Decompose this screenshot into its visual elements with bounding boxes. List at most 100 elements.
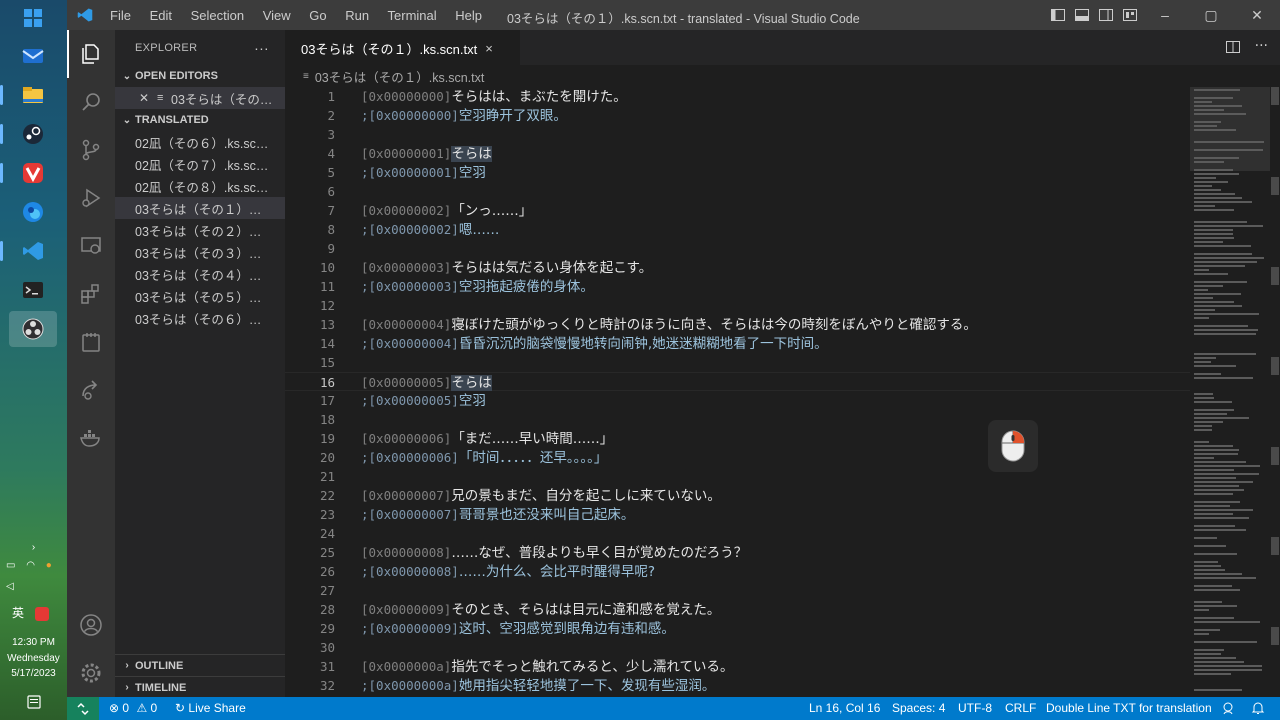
file-item[interactable]: 03そらは（その５）… <box>115 285 285 307</box>
minimize-button[interactable]: – <box>1142 0 1188 30</box>
code-line[interactable]: 13 [0x00000004]寝ぼけた頭がゆっくりと時計のほうに向き、そらはは今の… <box>285 315 1190 334</box>
language-mode[interactable]: Double Line TXT for translation <box>1046 701 1212 715</box>
menu-terminal[interactable]: Terminal <box>388 8 437 23</box>
code-line[interactable]: 9 <box>285 239 1190 258</box>
code-line[interactable]: 24 <box>285 524 1190 543</box>
extensions-icon[interactable] <box>67 270 115 318</box>
explorer-icon[interactable] <box>67 30 115 78</box>
code-line[interactable]: 17 ;[0x00000005]空羽 <box>285 391 1190 410</box>
toggle-sidebar-icon[interactable] <box>1048 0 1068 30</box>
volume-icon[interactable]: ◁ <box>0 581 67 592</box>
search-icon[interactable] <box>67 78 115 126</box>
remote-indicator-icon[interactable] <box>67 697 99 720</box>
code-line[interactable]: 18 <box>285 410 1190 429</box>
edge-icon[interactable] <box>9 194 57 230</box>
code-line[interactable]: 21 <box>285 467 1190 486</box>
code-line[interactable]: 4 [0x00000001]そらは <box>285 144 1190 163</box>
minimap[interactable] <box>1190 87 1270 697</box>
vscode-taskbar-icon[interactable] <box>0 233 57 269</box>
tab-close-icon[interactable]: × <box>485 41 493 56</box>
tray-icons[interactable]: ▭ ◠ ● <box>0 560 67 571</box>
file-item[interactable]: 02凪（その６）.ks.sc… <box>115 131 285 153</box>
file-item[interactable]: 03そらは（その２）… <box>115 219 285 241</box>
accounts-icon[interactable] <box>67 601 115 649</box>
code-line[interactable]: 23 ;[0x00000007]哥哥景也还没来叫自己起床。 <box>285 505 1190 524</box>
live-share-icon[interactable] <box>67 366 115 414</box>
code-editor[interactable]: 1 [0x00000000]そらはは、まぶたを開けた。 2 ;[0x00000000]… <box>285 87 1190 697</box>
code-line[interactable]: 28 [0x00000009]そのとき、そらはは目元に違和感を覚えた。 <box>285 600 1190 619</box>
code-line[interactable]: 26 ;[0x00000008]……为什么、会比平时醒得早呢? <box>285 562 1190 581</box>
ime-indicator[interactable]: 英 <box>0 604 67 621</box>
obs-icon[interactable] <box>9 311 57 347</box>
maximize-button[interactable]: ▢ <box>1188 0 1234 30</box>
menu-run[interactable]: Run <box>345 8 369 23</box>
sogou-icon[interactable] <box>35 606 50 621</box>
source-control-icon[interactable] <box>67 126 115 174</box>
menu-file[interactable]: File <box>110 8 131 23</box>
code-line[interactable]: 32 ;[0x0000000a]她用指尖轻轻地摸了一下、发现有些湿润。 <box>285 676 1190 695</box>
file-item[interactable]: 03そらは（その４）… <box>115 263 285 285</box>
file-item-selected[interactable]: 03そらは（その１）… <box>115 197 285 219</box>
settings-gear-icon[interactable] <box>67 649 115 697</box>
run-debug-icon[interactable] <box>67 174 115 222</box>
code-line[interactable]: 3 <box>285 125 1190 144</box>
menu-edit[interactable]: Edit <box>150 8 172 23</box>
mail-icon[interactable] <box>9 38 57 74</box>
notifications-bell-icon[interactable] <box>1251 701 1265 718</box>
remote-explorer-icon[interactable] <box>67 222 115 270</box>
outline-section[interactable]: › OUTLINE <box>115 654 285 676</box>
split-editor-icon[interactable] <box>1225 39 1241 59</box>
calendar-icon[interactable] <box>67 318 115 366</box>
cursor-position[interactable]: Ln 16, Col 16 <box>809 701 880 715</box>
translated-folder-section[interactable]: ⌄ TRANSLATED <box>115 109 285 131</box>
line-endings[interactable]: CRLF <box>1005 701 1036 715</box>
vertical-scrollbar[interactable] <box>1270 87 1280 697</box>
terminal-icon[interactable] <box>9 272 57 308</box>
app-tray-icon[interactable]: ● <box>46 560 52 571</box>
file-explorer-icon[interactable] <box>0 77 57 113</box>
clock-time[interactable]: 12:30 PM <box>0 637 67 648</box>
code-line[interactable]: 11 ;[0x00000003]空羽拖起疲倦的身体。 <box>285 277 1190 296</box>
breadcrumb[interactable]: ≡ 03そらは（その１）.ks.scn.txt <box>285 65 1280 87</box>
feedback-icon[interactable] <box>1221 701 1235 718</box>
steam-icon[interactable] <box>0 116 57 152</box>
code-line[interactable]: 10 [0x00000003]そらはは気だるい身体を起こす。 <box>285 258 1190 277</box>
code-line[interactable]: 6 <box>285 182 1190 201</box>
menu-help[interactable]: Help <box>455 8 482 23</box>
more-actions-icon[interactable]: ··· <box>254 40 269 56</box>
encoding[interactable]: UTF-8 <box>958 701 992 715</box>
code-line[interactable]: 14 ;[0x00000004]昏昏沉沉的脑袋慢慢地转向闹钟,她迷迷糊糊地看了一下… <box>285 334 1190 353</box>
code-line[interactable]: 5 ;[0x00000001]空羽 <box>285 163 1190 182</box>
windows-start-icon[interactable] <box>9 0 57 36</box>
tab-active-file[interactable]: 03そらは（その１）.ks.scn.txt × <box>285 30 520 65</box>
vivaldi-icon[interactable] <box>0 155 57 191</box>
file-item[interactable]: 03そらは（その３）… <box>115 241 285 263</box>
toggle-secondary-sidebar-icon[interactable] <box>1096 0 1116 30</box>
code-line[interactable]: 30 <box>285 638 1190 657</box>
code-line[interactable]: 22 [0x00000007]兄の景もまだ、自分を起こしに来ていない。 <box>285 486 1190 505</box>
file-item[interactable]: 02凪（その８）.ks.sc… <box>115 175 285 197</box>
file-item[interactable]: 03そらは（その６）… <box>115 307 285 329</box>
menu-view[interactable]: View <box>263 8 291 23</box>
notification-icon[interactable] <box>0 695 67 712</box>
open-editors-section[interactable]: ⌄ OPEN EDITORS <box>115 65 285 87</box>
close-icon[interactable]: ✕ <box>139 91 157 105</box>
code-line[interactable]: 29 ;[0x00000009]这时、空羽感觉到眼角边有违和感。 <box>285 619 1190 638</box>
code-line[interactable]: 7 [0x00000002]「ンっ……」 <box>285 201 1190 220</box>
file-item[interactable]: 02凪（その７）.ks.sc… <box>115 153 285 175</box>
code-line[interactable]: 31 [0x0000000a]指先でそっと触れてみると、少し濡れている。 <box>285 657 1190 676</box>
code-line[interactable]: 20 ;[0x00000006]「时间．．．．．还早。。。。」 <box>285 448 1190 467</box>
battery-icon[interactable]: ▭ <box>6 560 15 571</box>
code-line[interactable]: 16 [0x00000005]そらは <box>285 372 1190 391</box>
docker-icon[interactable] <box>67 414 115 462</box>
code-line[interactable]: 19 [0x00000006]「まだ……早い時間……」 <box>285 429 1190 448</box>
indentation[interactable]: Spaces: 4 <box>892 701 945 715</box>
menu-go[interactable]: Go <box>309 8 326 23</box>
breadcrumb-file[interactable]: 03そらは（その１）.ks.scn.txt <box>315 67 484 86</box>
timeline-section[interactable]: › TIMELINE <box>115 676 285 698</box>
code-line[interactable]: 2 ;[0x00000000]空羽睁开了双眼。 <box>285 106 1190 125</box>
code-line[interactable]: 15 <box>285 353 1190 372</box>
toggle-panel-icon[interactable] <box>1072 0 1092 30</box>
code-line[interactable]: 8 ;[0x00000002]嗯…… <box>285 220 1190 239</box>
open-editor-item[interactable]: ✕ ≡ 03そらは（その… <box>115 87 285 109</box>
